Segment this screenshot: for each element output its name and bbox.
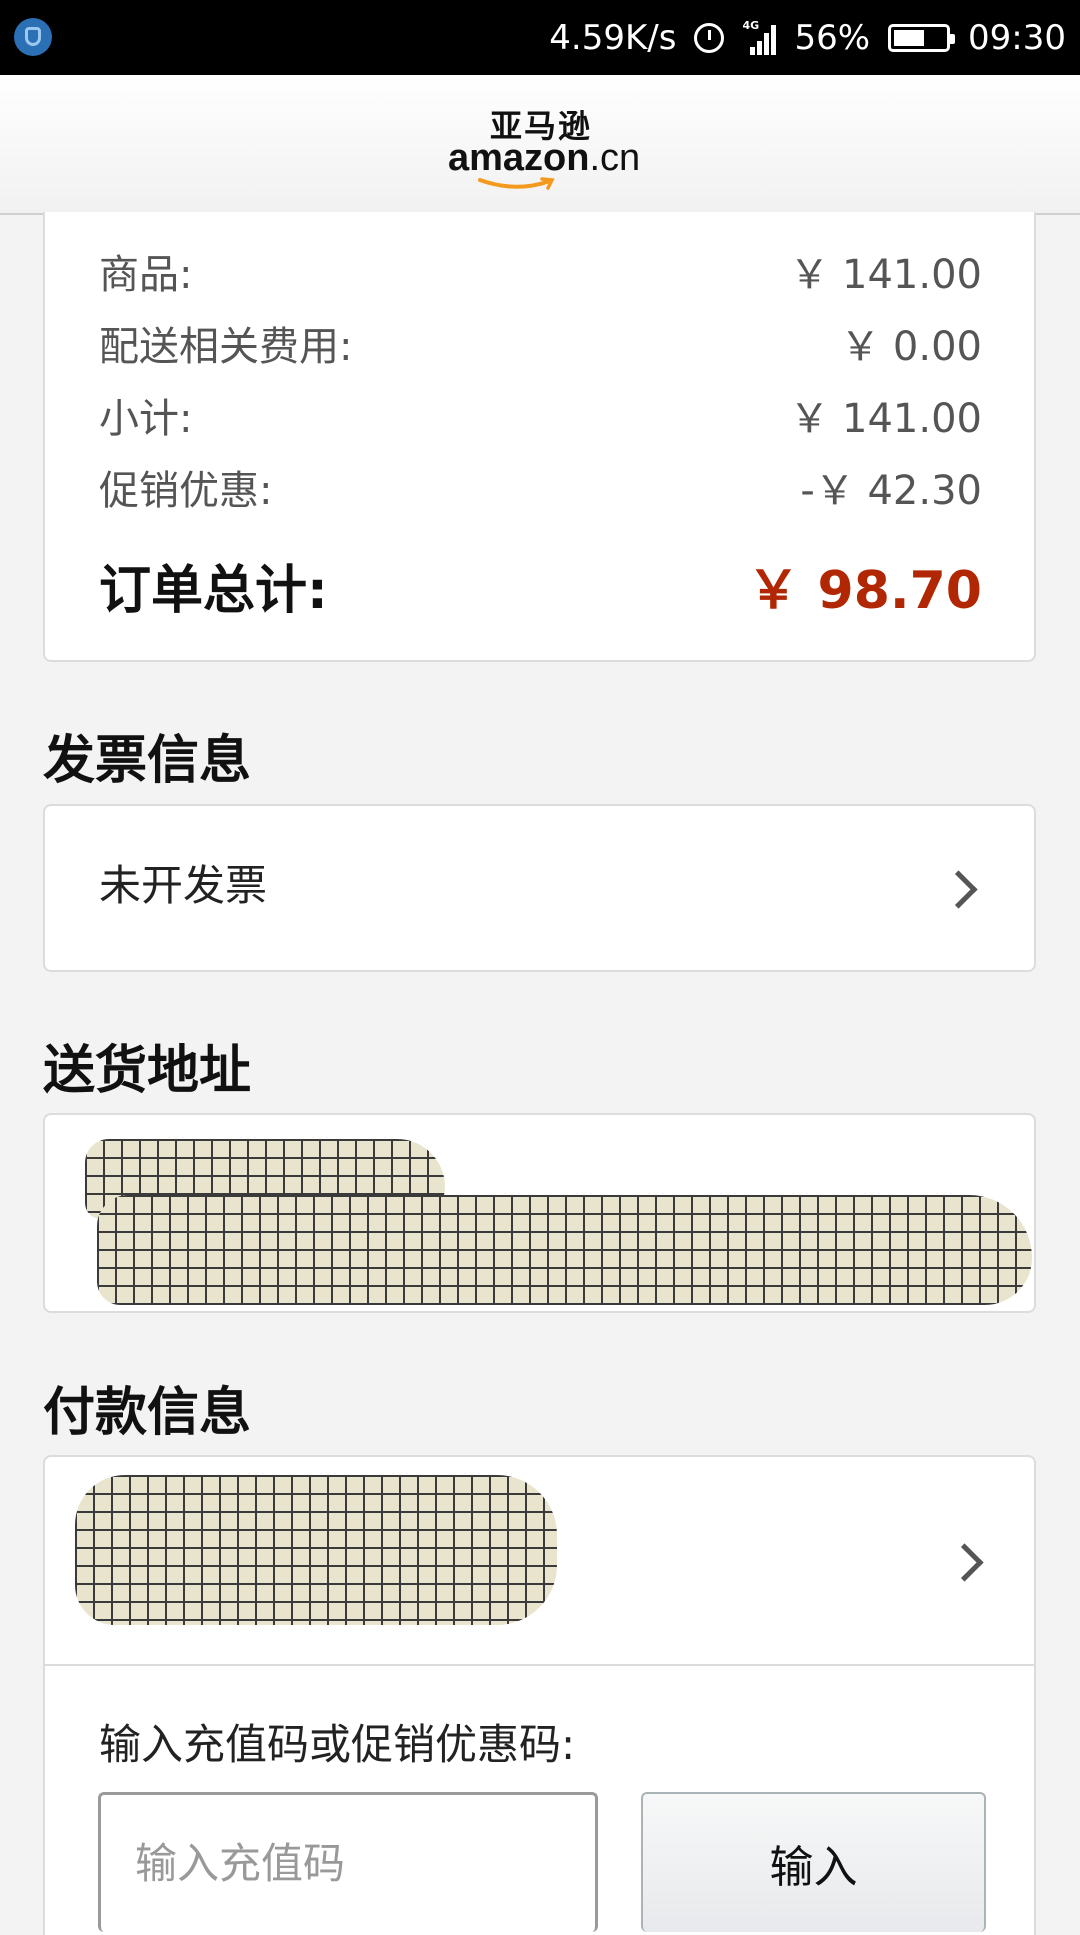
summary-row-promotion: 促销优惠: -￥ 42.30 [99,468,982,514]
signal-icon: 4G [742,18,777,55]
battery-icon [888,23,956,52]
redacted-payment-method [75,1475,557,1625]
payment-section-title: 付款信息 [43,1383,252,1443]
invoice-card[interactable]: 未开发票 [43,804,1036,972]
promo-code-input[interactable] [98,1792,598,1932]
redacted-address-line2 [97,1195,1032,1305]
payment-method-row[interactable] [45,1457,1034,1666]
security-shield-icon [14,18,52,56]
battery-percent: 56% [794,17,871,58]
amazon-logo[interactable]: 亚马逊 amazon.cn [448,101,641,191]
logo-english: amazon.cn [448,137,641,179]
order-total-value: ￥ 98.70 [747,561,982,621]
clock: 09:30 [968,17,1066,58]
order-summary-card: 商品: ￥ 141.00 配送相关费用: ￥ 0.00 小计: ￥ 141.00 促销… [43,212,1036,662]
address-section-title: 送货地址 [43,1041,252,1101]
chevron-right-icon [939,870,978,909]
invoice-value: 未开发票 [99,861,268,910]
promo-code-label: 输入充值码或促销优惠码: [99,1720,576,1769]
chevron-right-icon [945,1543,984,1582]
order-total-label: 订单总计: [99,561,328,621]
network-type: 4G [742,18,760,32]
apply-promo-button[interactable]: 输入 [641,1792,986,1932]
app-header: 亚马逊 amazon.cn [0,75,1080,215]
address-card[interactable] [43,1113,1036,1313]
status-bar: 4.59K/s 4G 56% 09:30 [0,0,1080,75]
payment-card: 输入充值码或促销优惠码: 输入 [43,1455,1036,1935]
smile-arrow-icon [478,177,555,190]
summary-row-subtotal: 小计: ￥ 141.00 [99,396,982,442]
summary-row-shipping: 配送相关费用: ￥ 0.00 [99,324,982,370]
net-speed: 4.59K/s [549,17,677,58]
summary-row-items: 商品: ￥ 141.00 [99,252,982,298]
alarm-icon [694,22,725,53]
order-total-row: 订单总计: ￥ 98.70 [99,548,982,623]
invoice-section-title: 发票信息 [43,731,252,791]
status-bar-right: 4.59K/s 4G 56% 09:30 [549,0,1066,75]
